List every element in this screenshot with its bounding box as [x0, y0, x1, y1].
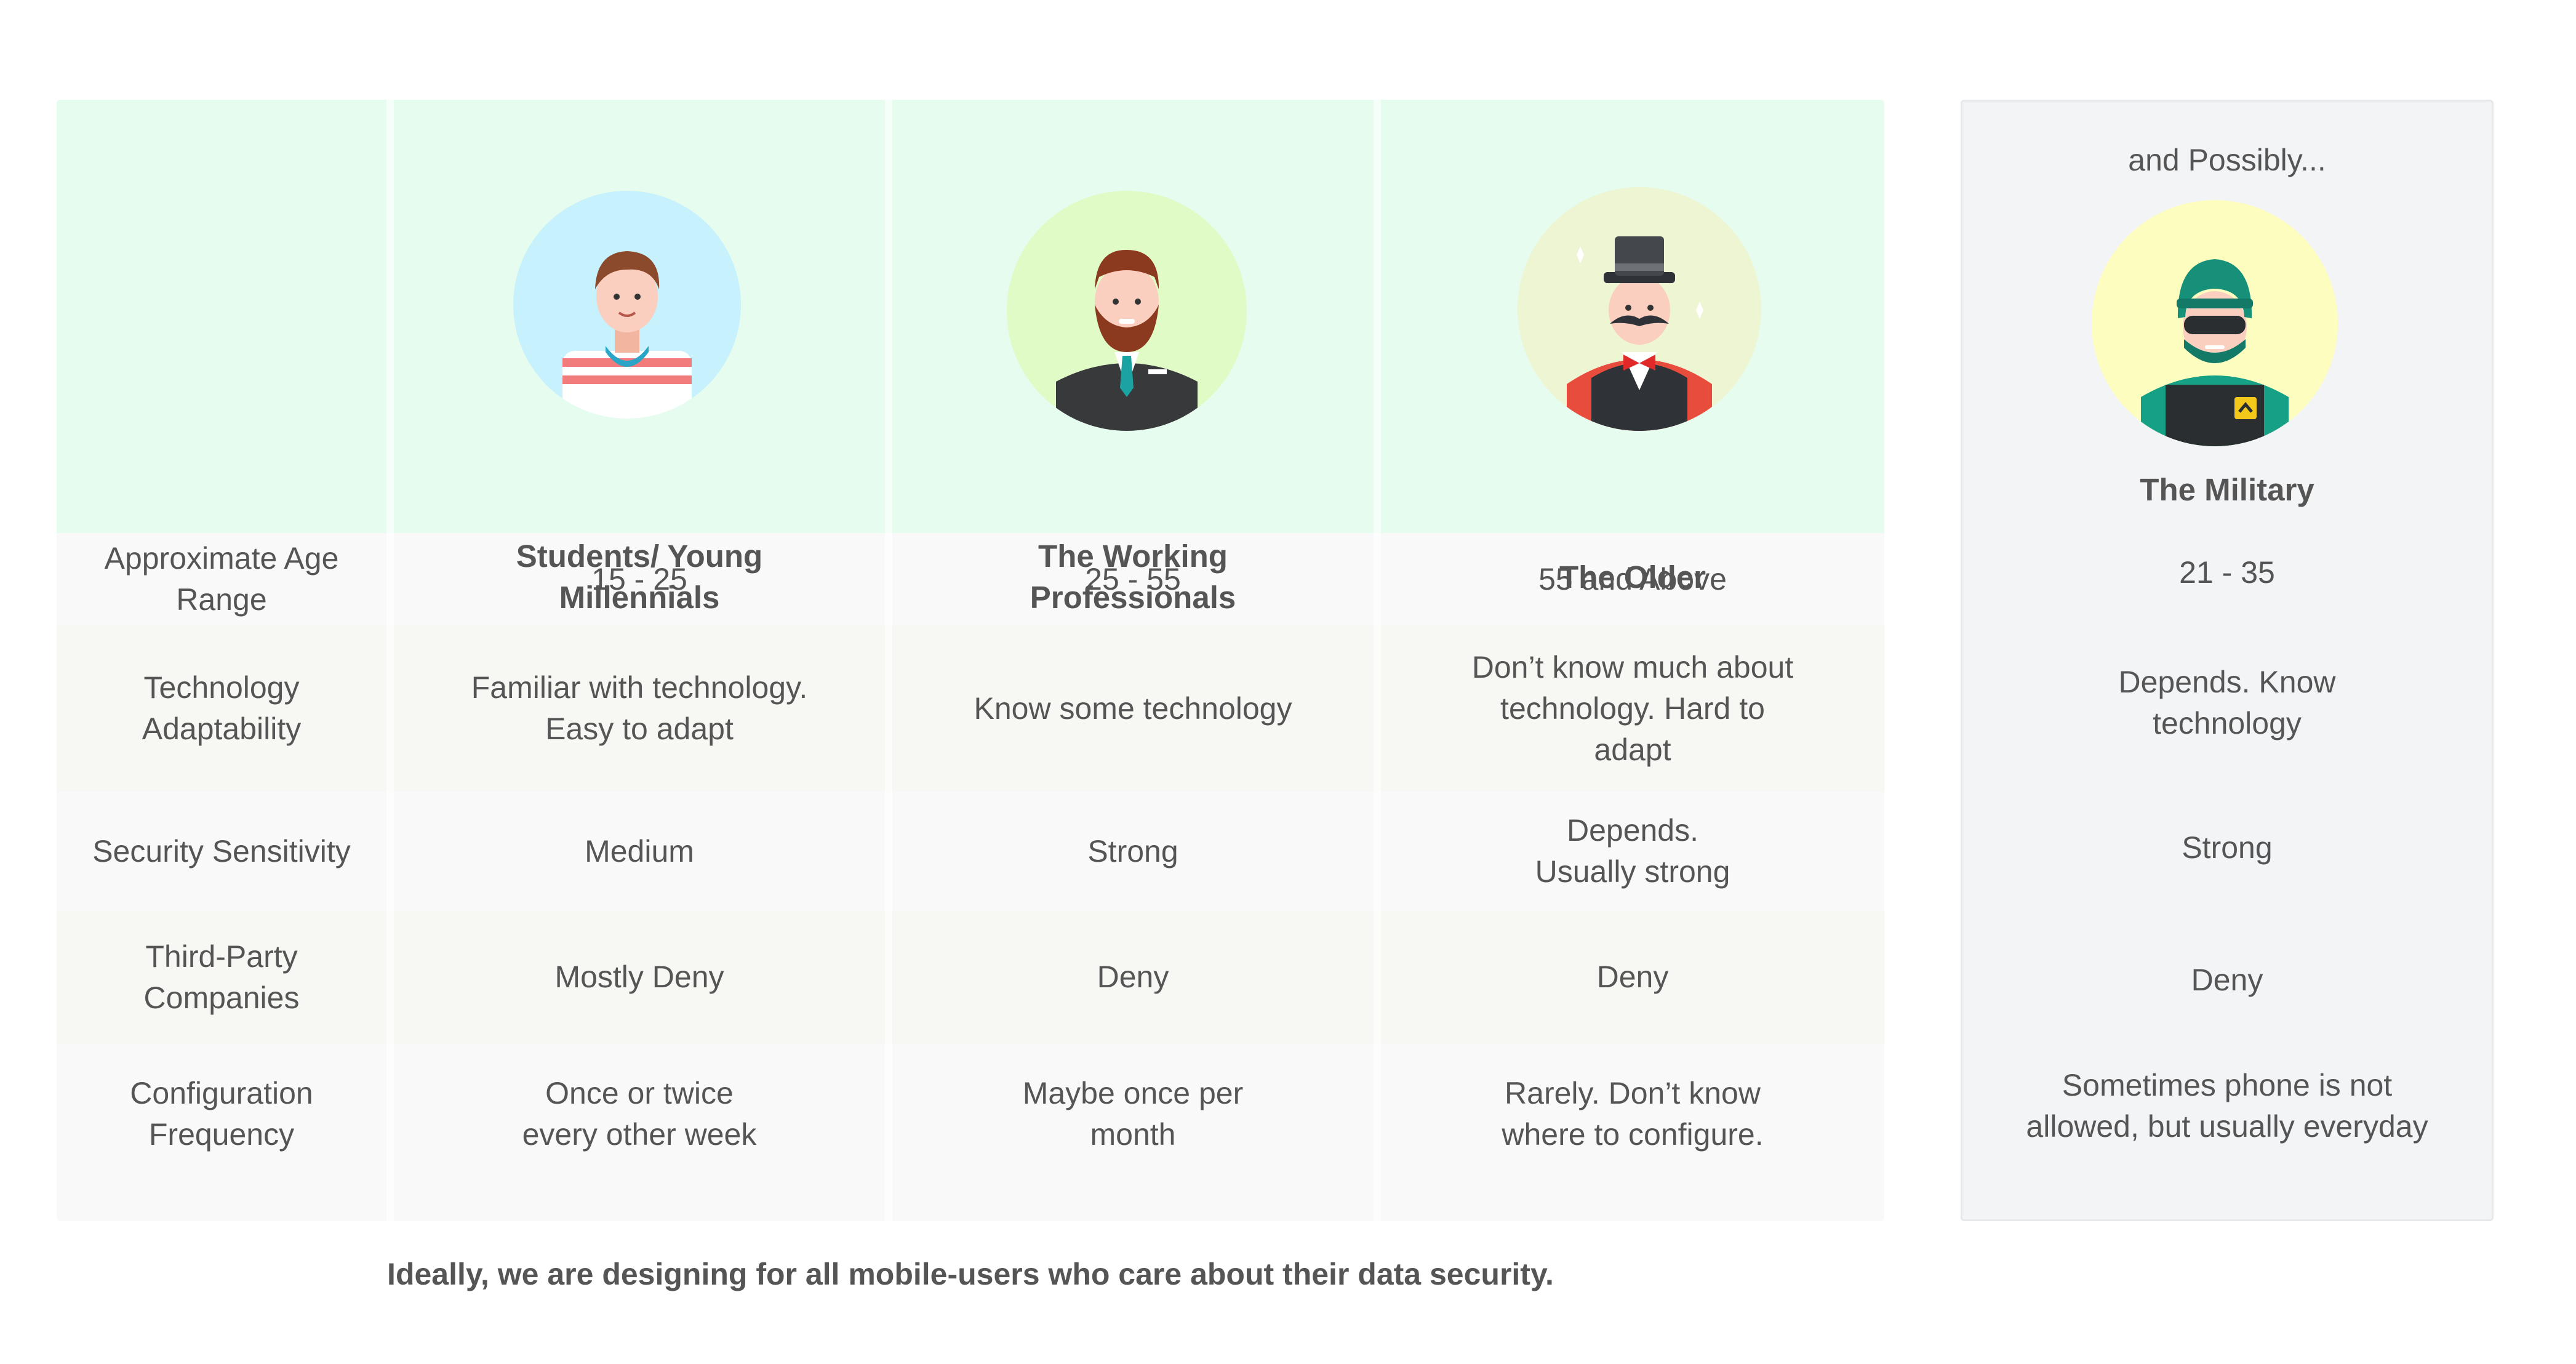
cell-age-military: 21 - 35	[2179, 555, 2275, 590]
cell-config-military: Sometimes phone is not allowed, but usua…	[2026, 1068, 2428, 1144]
older-gentleman-avatar-icon	[1518, 187, 1761, 431]
cell-third-party-working: Deny	[1097, 960, 1169, 994]
cell-tech-students: Familiar with technology. Easy to adapt	[471, 670, 808, 746]
footer-note: Ideally, we are designing for all mobile…	[387, 1257, 1554, 1291]
military-heading: and Possibly...	[2128, 142, 2326, 177]
cell-third-party-older: Deny	[1596, 960, 1669, 994]
cell-security-working: Strong	[1087, 833, 1178, 869]
cell-age-students: 15 - 25	[591, 561, 687, 596]
user-segments-table: Students/ Young Millennials The Working …	[57, 100, 1884, 1221]
column-divider	[1374, 100, 1381, 1221]
column-divider	[386, 100, 394, 1221]
row-label-age: Approximate Age Range	[104, 541, 339, 617]
segment-title-military: The Military	[2140, 471, 2314, 507]
row-label-third-party: Third-Party Companies	[143, 939, 300, 1015]
row-label-tech: Technology Adaptability	[142, 670, 302, 746]
cell-config-students: Once or twice every other week	[522, 1076, 757, 1152]
cell-third-party-military: Deny	[2191, 962, 2263, 997]
cell-security-students: Medium	[585, 833, 694, 869]
cell-third-party-students: Mostly Deny	[554, 960, 724, 994]
row-label-security: Security Sensitivity	[92, 833, 351, 869]
cell-tech-working: Know some technology	[974, 691, 1292, 726]
military-panel: and Possibly... The Military 21 - 35 Dep…	[1961, 100, 2494, 1221]
cell-age-working: 25 - 55	[1085, 561, 1181, 596]
cell-config-working: Maybe once per month	[1022, 1076, 1244, 1152]
professional-avatar-icon	[1007, 191, 1247, 431]
cell-config-older: Rarely. Don’t know where to configure.	[1502, 1076, 1764, 1152]
military-soldier-avatar-icon	[2092, 200, 2338, 446]
row-label-config: Configuration Frequency	[130, 1076, 313, 1152]
cell-tech-older: Don’t know much about technology. Hard t…	[1471, 649, 1794, 767]
cell-tech-military: Depends. Know technology	[2118, 665, 2336, 740]
student-avatar-icon	[513, 191, 741, 419]
cell-security-older: Depends. Usually strong	[1535, 813, 1730, 889]
column-divider	[885, 100, 892, 1221]
cell-security-military: Strong	[2182, 830, 2273, 865]
cell-age-older: 55 and Above	[1538, 561, 1727, 596]
